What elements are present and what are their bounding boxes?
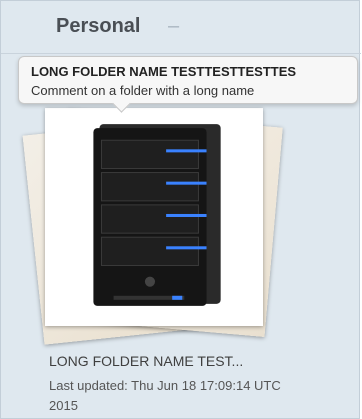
section-header: Personal – [1, 1, 361, 54]
folder-thumbnail-stack[interactable] [22, 96, 283, 346]
folder-thumbnail[interactable] [45, 108, 263, 326]
folder-last-updated: Last updated: Thu Jun 18 17:09:14 UTC 20… [49, 378, 281, 413]
section-title: Personal [56, 15, 141, 37]
tooltip-title: LONG FOLDER NAME TESTTESTTESTTES [31, 64, 297, 79]
folder-tooltip: LONG FOLDER NAME TESTTESTTESTTES Comment… [18, 56, 358, 104]
collapse-button[interactable]: – [168, 15, 179, 38]
folder-name[interactable]: LONG FOLDER NAME TEST... [49, 353, 243, 369]
personal-panel: Personal – LONG FOLDER NAME TESTTESTTEST… [0, 0, 361, 419]
tooltip-comment: Comment on a folder with a long name [31, 83, 255, 98]
server-icon [53, 116, 255, 318]
